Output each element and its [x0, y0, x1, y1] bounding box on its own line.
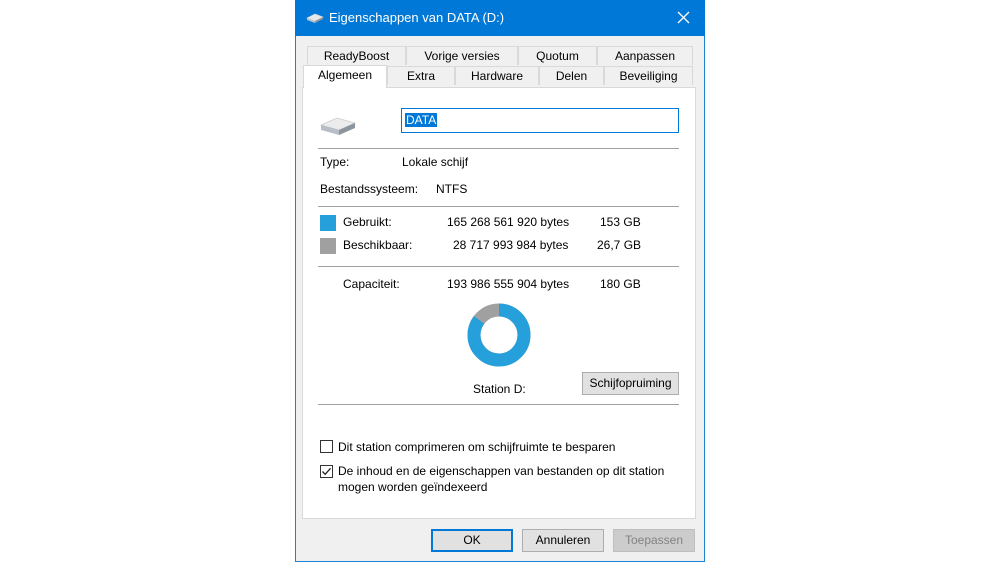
volume-name-value: DATA	[405, 113, 438, 127]
free-label: Beschikbaar:	[343, 238, 413, 252]
tab-readyboost[interactable]: ReadyBoost	[307, 46, 406, 65]
tab-tools[interactable]: Extra	[387, 66, 455, 85]
disk-cleanup-button[interactable]: Schijfopruiming	[582, 372, 679, 395]
compress-label: Dit station comprimeren om schijfruimte …	[338, 440, 616, 454]
drive-title-icon	[306, 13, 324, 23]
capacity-bytes: 193 986 555 904 bytes	[447, 277, 570, 291]
separator	[318, 266, 679, 267]
ok-button[interactable]: OK	[431, 529, 513, 552]
separator	[318, 148, 679, 149]
index-label-line2: mogen worden geïndexeerd	[338, 480, 488, 494]
tab-quota[interactable]: Quotum	[518, 46, 597, 65]
tab-security[interactable]: Beveiliging	[604, 66, 693, 85]
type-value: Lokale schijf	[402, 155, 469, 169]
capacity-label: Capaciteit:	[343, 277, 400, 291]
used-color-swatch	[320, 215, 336, 231]
index-label-line1: De inhoud en de eigenschappen van bestan…	[338, 464, 665, 478]
checkmark-icon	[322, 467, 331, 476]
cancel-button[interactable]: Annuleren	[522, 529, 604, 552]
tab-previous-versions[interactable]: Vorige versies	[406, 46, 518, 65]
tab-sharing[interactable]: Delen	[539, 66, 604, 85]
drive-icon	[320, 117, 356, 135]
free-bytes: 28 717 993 984 bytes	[453, 238, 569, 252]
compress-checkbox[interactable]	[320, 440, 333, 453]
tab-hardware[interactable]: Hardware	[455, 66, 539, 85]
separator	[318, 206, 679, 207]
free-color-swatch	[320, 238, 336, 254]
tab-general[interactable]: Algemeen	[303, 65, 387, 88]
used-size: 153 GB	[600, 215, 641, 229]
filesystem-value: NTFS	[436, 182, 468, 196]
separator	[318, 404, 679, 405]
close-icon	[677, 11, 690, 24]
type-label: Type:	[320, 155, 350, 169]
window-title: Eigenschappen van DATA (D:)	[329, 10, 505, 25]
volume-name-input[interactable]: DATA	[401, 108, 679, 133]
filesystem-label: Bestandssysteem:	[320, 182, 419, 196]
capacity-size: 180 GB	[600, 277, 641, 291]
usage-donut-chart	[467, 303, 531, 367]
used-label: Gebruikt:	[343, 215, 392, 229]
station-label: Station D:	[473, 382, 526, 396]
tab-customize[interactable]: Aanpassen	[597, 46, 693, 65]
index-checkbox[interactable]	[320, 465, 333, 478]
free-size: 26,7 GB	[597, 238, 642, 252]
apply-button[interactable]: Toepassen	[613, 529, 695, 552]
close-button[interactable]	[661, 0, 705, 36]
title-bar: Eigenschappen van DATA (D:)	[295, 0, 705, 36]
used-bytes: 165 268 561 920 bytes	[447, 215, 570, 229]
